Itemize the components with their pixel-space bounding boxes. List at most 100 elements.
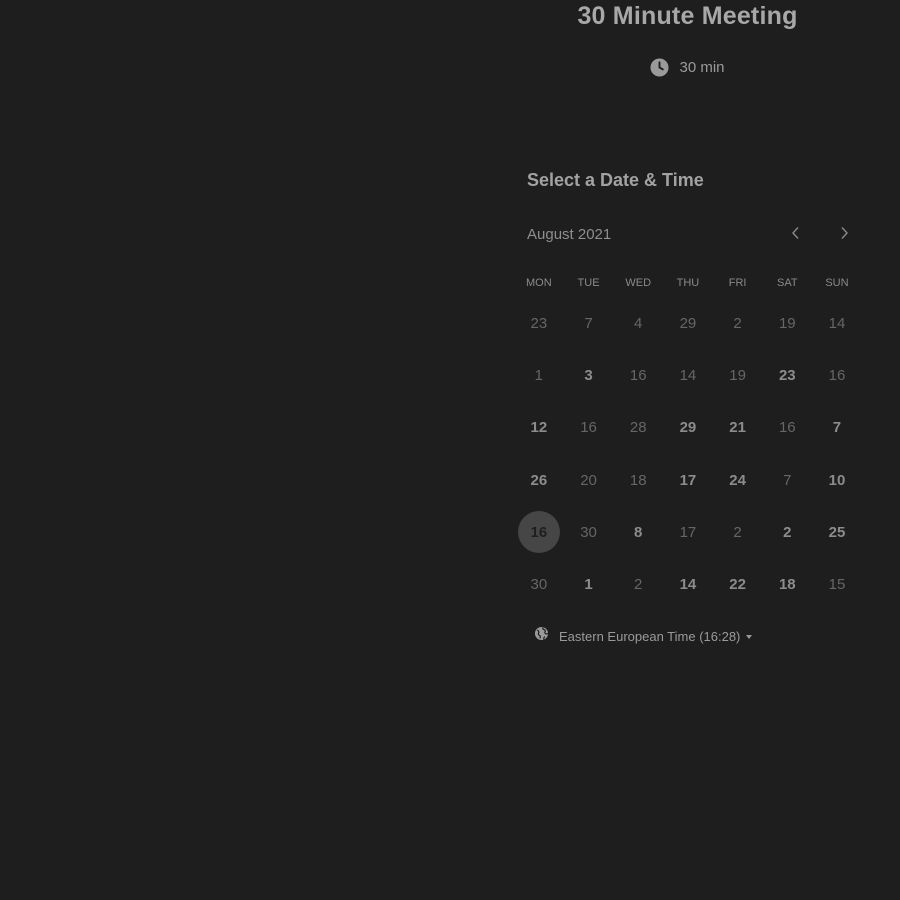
unavailable-day: 14: [812, 297, 862, 349]
day-number: 16: [778, 419, 796, 437]
unavailable-day: 4: [613, 297, 663, 349]
unavailable-day: 7: [762, 454, 812, 506]
available-day[interactable]: 24: [713, 454, 763, 506]
calendar-week-row: 26 20 18 17 24 7 10: [514, 454, 862, 506]
day-number: 16: [580, 419, 597, 437]
weekday-header: MON TUE WED THU FRI SAT SUN: [514, 272, 862, 294]
available-day[interactable]: 3: [564, 349, 614, 401]
timezone-label: Eastern European Time (16:28): [559, 628, 741, 644]
day-number: 1: [584, 576, 593, 594]
clock-icon: [650, 58, 670, 77]
day-number: 10: [828, 471, 846, 489]
day-number: 14: [828, 314, 846, 332]
unavailable-day: 17: [663, 506, 713, 558]
available-day[interactable]: 22: [713, 558, 763, 610]
day-number: 7: [584, 314, 593, 332]
unavailable-day: 16: [762, 402, 812, 454]
available-day[interactable]: 8: [613, 506, 663, 558]
available-day[interactable]: 26: [514, 454, 564, 506]
available-day[interactable]: 29: [663, 402, 713, 454]
weekday-label: TUE: [577, 277, 600, 289]
available-day[interactable]: 7: [812, 402, 862, 454]
caret-down-icon: [746, 634, 753, 639]
day-number: 16: [517, 511, 560, 554]
unavailable-day: 23: [514, 297, 564, 349]
day-number: 15: [828, 576, 846, 594]
available-day[interactable]: 12: [514, 402, 564, 454]
unavailable-day: 19: [762, 297, 812, 349]
calendar-week-row: 12 16 28 29 21 16 7: [514, 402, 862, 454]
event-duration: 30 min: [520, 58, 855, 77]
available-day[interactable]: 21: [713, 402, 763, 454]
booking-page: 30 Minute Meeting 30 min Select a Date &…: [0, 0, 900, 900]
unavailable-day: 30: [514, 558, 564, 610]
month-navigation: August 2021: [527, 224, 857, 246]
calendar-weeks: 23 7 4 29 2 19 14 1 3 16 14 19 23 16 12 16 28 29 21 16 7 26 20…: [514, 297, 862, 611]
day-number: 23: [530, 314, 548, 332]
unavailable-day: 20: [564, 454, 614, 506]
unavailable-day: 29: [663, 297, 713, 349]
available-day[interactable]: 10: [812, 454, 862, 506]
day-number: 7: [832, 419, 842, 437]
day-number: 17: [679, 523, 697, 541]
unavailable-day: 19: [713, 349, 763, 401]
day-number: 18: [778, 576, 796, 594]
day-number: 23: [778, 366, 796, 384]
available-day[interactable]: 18: [762, 558, 812, 610]
available-day[interactable]: 2: [762, 506, 812, 558]
day-number: 14: [679, 366, 697, 384]
unavailable-day: 28: [613, 402, 663, 454]
available-day[interactable]: 23: [762, 349, 812, 401]
unavailable-day: 16: [564, 402, 614, 454]
day-number: 19: [778, 314, 796, 332]
calendar-grid: MON TUE WED THU FRI SAT SUN 23 7 4 29 2 19 14 1…: [514, 272, 862, 611]
duration-label: 30 min: [679, 59, 725, 76]
available-day[interactable]: 17: [663, 454, 713, 506]
day-number: 2: [634, 576, 643, 594]
day-number: 8: [634, 523, 643, 541]
day-number: 12: [530, 419, 548, 437]
section-title: Select a Date & Time: [527, 170, 704, 190]
day-number: 18: [629, 471, 647, 489]
unavailable-day: 1: [514, 349, 564, 401]
day-number: 7: [783, 471, 792, 489]
calendar-week-row: 30 1 2 14 22 18 15: [514, 558, 862, 610]
timezone-selector[interactable]: Eastern European Time (16:28): [534, 626, 753, 646]
unavailable-day: 16: [613, 349, 663, 401]
chevron-right-icon: [839, 226, 849, 245]
selected-day[interactable]: 16: [514, 506, 564, 558]
weekday-label: SAT: [776, 277, 798, 289]
day-number: 22: [729, 576, 746, 594]
day-number: 17: [679, 471, 697, 489]
calendar-week-row: 16 30 8 17 2 2 25: [514, 506, 862, 558]
day-number: 4: [634, 314, 643, 332]
day-number: 16: [629, 366, 647, 384]
day-number: 29: [679, 314, 697, 332]
available-day[interactable]: 14: [663, 558, 713, 610]
day-number: 16: [828, 366, 846, 384]
day-number: 29: [679, 419, 697, 437]
month-label: August 2021: [527, 226, 612, 243]
day-number: 2: [733, 314, 742, 332]
unavailable-day: 14: [663, 349, 713, 401]
available-day[interactable]: 1: [564, 558, 614, 610]
unavailable-day: 7: [564, 297, 614, 349]
day-number: 2: [783, 523, 792, 541]
globe-icon: [534, 626, 549, 646]
unavailable-day: 30: [564, 506, 614, 558]
day-number: 21: [729, 419, 746, 437]
day-number: 20: [580, 471, 597, 489]
calendar-week-row: 1 3 16 14 19 23 16: [514, 349, 862, 401]
available-day[interactable]: 25: [812, 506, 862, 558]
day-number: 1: [534, 366, 544, 384]
day-number: 30: [580, 523, 597, 541]
day-number: 30: [530, 576, 548, 594]
weekday-label: FRI: [728, 277, 747, 289]
weekday-label: THU: [676, 277, 700, 289]
previous-month-button[interactable]: [785, 224, 807, 246]
day-number: 14: [679, 576, 697, 594]
unavailable-day: 18: [613, 454, 663, 506]
next-month-button[interactable]: [833, 224, 855, 246]
calendar-week-row: 23 7 4 29 2 19 14: [514, 297, 862, 349]
event-title: 30 Minute Meeting: [577, 2, 798, 30]
